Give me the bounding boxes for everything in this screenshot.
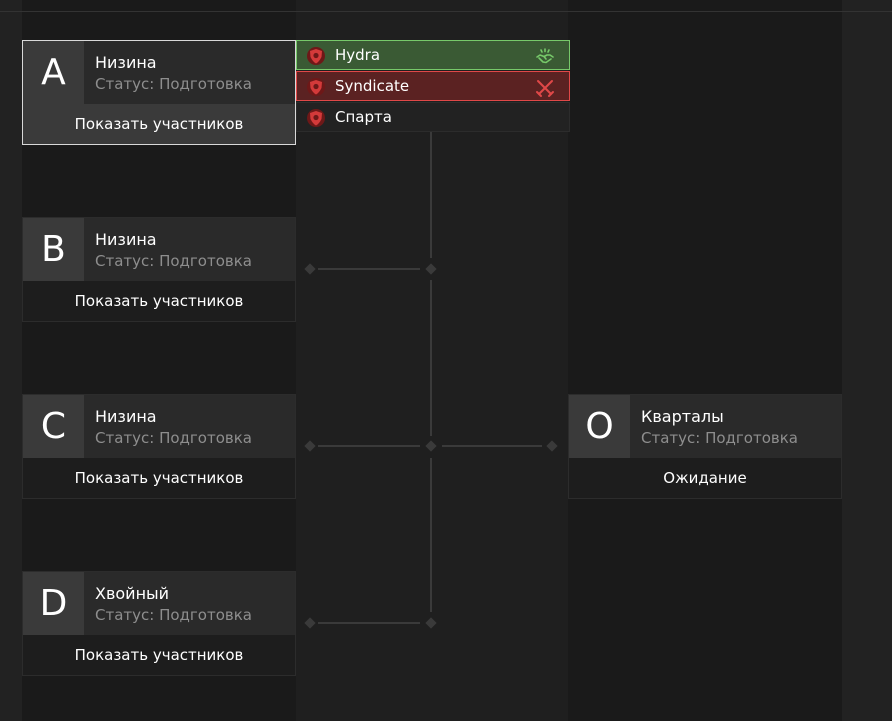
clan-shield-icon: [307, 78, 325, 96]
show-participants-button[interactable]: Показать участников: [23, 635, 295, 675]
group-card-b: B Низина Статус: Подготовка Показать уча…: [22, 217, 296, 322]
bracket-node: [304, 263, 316, 275]
group-status: Статус: Подготовка: [95, 606, 252, 624]
final-card-header: O Кварталы Статус: Подготовка: [569, 395, 841, 458]
final-map-name: Кварталы: [641, 407, 724, 426]
bracket-node: [425, 440, 437, 452]
crossed-swords-icon[interactable]: [535, 78, 555, 98]
group-map-name: Хвойный: [95, 584, 170, 603]
participant-name: Спарта: [335, 108, 392, 126]
waiting-label: Ожидание: [663, 469, 747, 487]
show-participants-button[interactable]: Показать участников: [23, 281, 295, 321]
participant-row-sparta[interactable]: Спарта: [296, 102, 570, 132]
final-letter: O: [569, 395, 630, 458]
group-map-name: Низина: [95, 407, 157, 426]
participant-name: Syndicate: [335, 77, 410, 95]
clan-shield-icon: [307, 109, 325, 127]
group-status: Статус: Подготовка: [95, 75, 252, 93]
bracket-node: [304, 617, 316, 629]
group-card-header: A Низина Статус: Подготовка: [23, 41, 295, 104]
final-card: O Кварталы Статус: Подготовка Ожидание: [568, 394, 842, 499]
group-map-name: Низина: [95, 53, 157, 72]
bracket-node: [546, 440, 558, 452]
bracket-node: [304, 440, 316, 452]
final-status: Статус: Подготовка: [641, 429, 798, 447]
handshake-icon[interactable]: [535, 47, 555, 67]
group-card-header: D Хвойный Статус: Подготовка: [23, 572, 295, 635]
show-participants-button[interactable]: Показать участников: [23, 104, 295, 144]
clan-shield-icon: [307, 47, 325, 65]
group-card-a: A Низина Статус: Подготовка Показать уча…: [22, 40, 296, 145]
group-card-header: B Низина Статус: Подготовка: [23, 218, 295, 281]
bracket-node: [425, 617, 437, 629]
group-status: Статус: Подготовка: [95, 429, 252, 447]
show-participants-button[interactable]: Показать участников: [23, 458, 295, 498]
participant-name: Hydra: [335, 46, 381, 64]
group-card-c: C Низина Статус: Подготовка Показать уча…: [22, 394, 296, 499]
group-card-header: C Низина Статус: Подготовка: [23, 395, 295, 458]
bracket-node: [425, 263, 437, 275]
group-letter: A: [23, 41, 84, 104]
group-status: Статус: Подготовка: [95, 252, 252, 270]
group-letter: C: [23, 395, 84, 458]
group-letter: B: [23, 218, 84, 281]
group-map-name: Низина: [95, 230, 157, 249]
participant-row-syndicate[interactable]: Syndicate: [296, 71, 570, 101]
participant-row-hydra[interactable]: Hydra: [296, 40, 570, 70]
group-letter: D: [23, 572, 84, 635]
group-card-d: D Хвойный Статус: Подготовка Показать уч…: [22, 571, 296, 676]
